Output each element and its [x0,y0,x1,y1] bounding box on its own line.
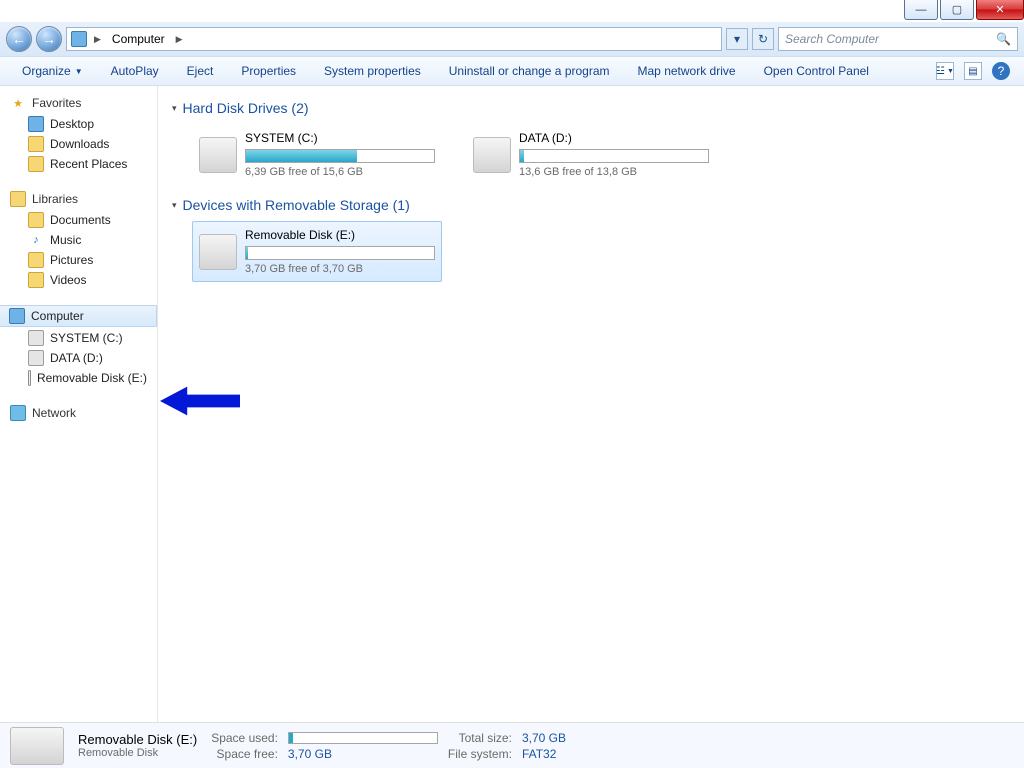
refresh-button[interactable]: ↻ [752,28,774,50]
sidebar-item-data-d[interactable]: DATA (D:) [0,348,157,368]
music-icon: ♪ [28,232,44,248]
section-removable-storage[interactable]: ▾ Devices with Removable Storage (1) [172,197,1010,213]
removable-disk-icon [28,370,31,386]
sidebar-item-videos[interactable]: Videos [0,270,157,290]
autoplay-button[interactable]: AutoPlay [97,57,173,85]
value-total-size: 3,70 GB [522,731,566,745]
content-pane: ▾ Hard Disk Drives (2) SYSTEM (C:) 6,39 … [158,86,1024,722]
drive-title: DATA (D:) [519,131,709,145]
drive-usage-bar [245,246,435,260]
desktop-icon [28,116,44,132]
drive-free-text: 3,70 GB free of 3,70 GB [245,263,435,275]
sidebar-item-music[interactable]: ♪ Music [0,230,157,250]
value-space-free: 3,70 GB [288,747,438,761]
value-file-system: FAT32 [522,747,566,761]
sidebar-favorites[interactable]: ★ Favorites [0,92,157,114]
preview-pane-button[interactable]: ▤ [964,62,982,80]
address-dropdown[interactable]: ▾ [726,28,748,50]
chevron-right-icon: ▶ [91,34,104,45]
sidebar-item-desktop[interactable]: Desktop [0,114,157,134]
sidebar-computer[interactable]: Computer [0,305,157,327]
computer-icon [9,308,25,324]
details-title: Removable Disk (E:) [78,732,197,747]
search-icon: 🔍 [996,32,1011,46]
videos-icon [28,272,44,288]
sidebar-item-removable-e[interactable]: Removable Disk (E:) [0,368,157,388]
drive-title: Removable Disk (E:) [245,228,435,242]
removable-disk-icon [199,234,237,270]
drive-system-c[interactable]: SYSTEM (C:) 6,39 GB free of 15,6 GB [192,124,442,185]
folder-icon [28,156,44,172]
drive-data-d[interactable]: DATA (D:) 13,6 GB free of 13,8 GB [466,124,716,185]
sidebar-item-system-c[interactable]: SYSTEM (C:) [0,328,157,348]
sidebar-item-pictures[interactable]: Pictures [0,250,157,270]
drive-icon [199,137,237,173]
drive-removable-e[interactable]: Removable Disk (E:) 3,70 GB free of 3,70… [192,221,442,282]
chevron-right-icon: ▶ [173,34,186,45]
search-input[interactable]: Search Computer 🔍 [778,27,1018,51]
label-file-system: File system: [448,747,512,761]
drive-icon [473,137,511,173]
uninstall-button[interactable]: Uninstall or change a program [435,57,624,85]
folder-icon [28,136,44,152]
view-mode-button[interactable]: ☳▼ [936,62,954,80]
drive-usage-bar [519,149,709,163]
help-button[interactable]: ? [992,62,1010,80]
minimize-button[interactable]: — [904,0,938,20]
documents-icon [28,212,44,228]
forward-button[interactable]: → [36,26,62,52]
map-network-drive-button[interactable]: Map network drive [624,57,750,85]
computer-icon [71,31,87,47]
pictures-icon [28,252,44,268]
chevron-down-icon: ▾ [172,200,177,211]
drive-free-text: 13,6 GB free of 13,8 GB [519,166,709,178]
system-properties-button[interactable]: System properties [310,57,435,85]
chevron-down-icon: ▾ [172,103,177,114]
drive-free-text: 6,39 GB free of 15,6 GB [245,166,435,178]
maximize-button[interactable]: ▢ [940,0,974,20]
close-button[interactable]: ✕ [976,0,1024,20]
annotation-arrow-icon [160,384,240,418]
navigation-pane: ★ Favorites Desktop Downloads Recent Pla… [0,86,158,722]
sidebar-item-recent-places[interactable]: Recent Places [0,154,157,174]
back-button[interactable]: ← [6,26,32,52]
star-icon: ★ [10,95,26,111]
removable-disk-icon [10,727,64,765]
sidebar-libraries[interactable]: Libraries [0,188,157,210]
organize-menu[interactable]: Organize▼ [8,57,97,85]
drive-usage-bar [245,149,435,163]
properties-button[interactable]: Properties [227,57,310,85]
sidebar-item-downloads[interactable]: Downloads [0,134,157,154]
section-hard-disk-drives[interactable]: ▾ Hard Disk Drives (2) [172,100,1010,116]
drive-icon [28,350,44,366]
breadcrumb-computer[interactable]: Computer [108,32,169,46]
label-space-used: Space used: [211,731,278,745]
eject-button[interactable]: Eject [173,57,228,85]
sidebar-item-documents[interactable]: Documents [0,210,157,230]
label-space-free: Space free: [211,747,278,761]
details-pane: Removable Disk (E:) Removable Disk Space… [0,722,1024,768]
drive-icon [28,330,44,346]
drive-title: SYSTEM (C:) [245,131,435,145]
open-control-panel-button[interactable]: Open Control Panel [750,57,883,85]
search-placeholder: Search Computer [785,32,879,46]
space-used-bar [288,732,438,744]
libraries-icon [10,191,26,207]
network-icon [10,405,26,421]
address-bar[interactable]: ▶ Computer ▶ [66,27,722,51]
organize-label: Organize [22,64,71,78]
label-total-size: Total size: [448,731,512,745]
details-subtitle: Removable Disk [78,747,197,759]
sidebar-network[interactable]: Network [0,402,157,424]
